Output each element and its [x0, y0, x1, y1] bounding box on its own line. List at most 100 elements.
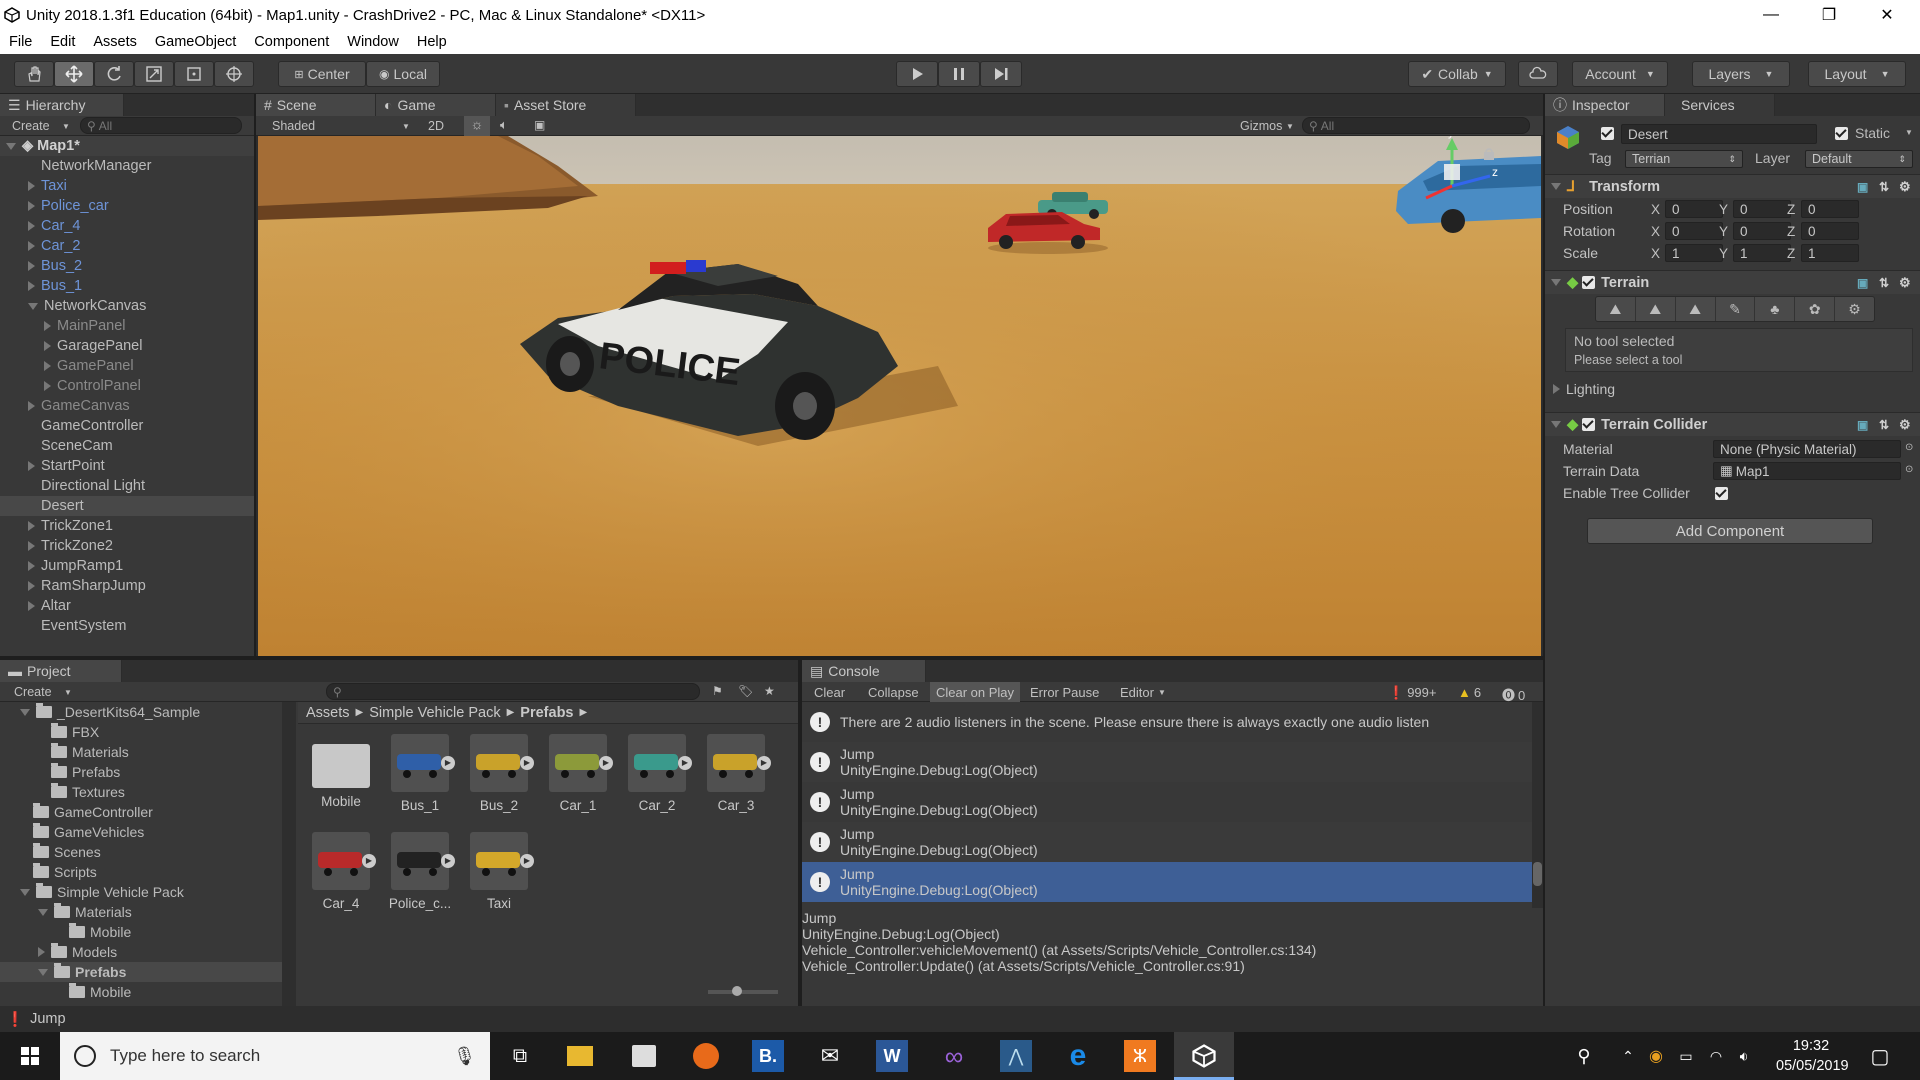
asset-item[interactable]: ▶ Police_c...	[385, 832, 455, 922]
layers-dropdown[interactable]: Layers ▼	[1692, 61, 1790, 87]
edge-icon[interactable]: e	[1062, 1039, 1094, 1072]
console-error-pause-button[interactable]: Error Pause	[1030, 685, 1099, 700]
terrain-data-field[interactable]: ▦ Map1	[1713, 462, 1901, 480]
minimize-button[interactable]: —	[1742, 0, 1800, 30]
play-button[interactable]	[896, 61, 938, 87]
expand-arrow-icon[interactable]	[44, 321, 51, 331]
asset-item[interactable]: ▶ Taxi	[464, 832, 534, 922]
expand-arrow-icon[interactable]	[28, 461, 35, 471]
hierarchy-item[interactable]: Desert	[0, 496, 254, 516]
transform-z-field[interactable]: 0	[1801, 200, 1859, 218]
tab-asset-store[interactable]: ▪ Asset Store	[496, 94, 636, 116]
console-scrollbar[interactable]	[1532, 702, 1543, 908]
xampp-icon[interactable]: ⵣ	[1124, 1040, 1156, 1072]
expand-prefab-icon[interactable]: ▶	[678, 756, 692, 770]
hierarchy-item[interactable]: RamSharpJump	[0, 576, 254, 596]
gear-icon[interactable]: ⚙	[1899, 179, 1911, 195]
project-folder-item[interactable]: Materials	[0, 742, 282, 762]
expand-arrow-icon[interactable]	[28, 201, 35, 211]
project-folder-item[interactable]: FBX	[0, 722, 282, 742]
place-trees-tool[interactable]: ♣	[1755, 297, 1796, 321]
tab-services[interactable]: Services	[1665, 94, 1775, 116]
tab-scene[interactable]: # Scene	[256, 94, 376, 116]
tab-project[interactable]: ▬ Project	[0, 660, 122, 682]
hierarchy-item[interactable]: Car_2	[0, 236, 254, 256]
pause-button[interactable]	[938, 61, 980, 87]
start-button[interactable]	[14, 1040, 46, 1072]
console-log-row[interactable]: ! Jump UnityEngine.Debug:Log(Object)	[802, 862, 1532, 902]
expand-arrow-icon[interactable]	[28, 541, 35, 551]
expand-arrow-icon[interactable]	[28, 261, 35, 271]
menu-file[interactable]: File	[0, 34, 41, 50]
console-scroll-thumb[interactable]	[1533, 862, 1542, 886]
expand-arrow-icon[interactable]	[28, 601, 35, 611]
warning-count-toggle[interactable]: ▲ 6	[1458, 685, 1481, 700]
favorite-star-icon[interactable]: ★	[764, 684, 775, 698]
console-editor-dropdown[interactable]: Editor	[1120, 685, 1154, 700]
gear-icon[interactable]: ⚙	[1899, 417, 1911, 433]
raise-terrain-tool[interactable]: ⛰	[1596, 297, 1636, 321]
cloud-button[interactable]	[1518, 61, 1558, 87]
expand-prefab-icon[interactable]: ▶	[520, 756, 534, 770]
visual-studio-icon[interactable]: ∞	[938, 1040, 970, 1072]
expand-arrow-icon[interactable]	[1553, 384, 1560, 394]
volume-icon[interactable]: 🔉︎	[1728, 1040, 1760, 1072]
tab-console[interactable]: ▤ Console	[802, 660, 926, 682]
tree-collider-checkbox[interactable]	[1715, 487, 1728, 500]
add-component-button[interactable]: Add Component	[1587, 518, 1873, 544]
console-log-row[interactable]: ! Jump UnityEngine.Debug:Log(Object)	[802, 822, 1532, 862]
asset-item[interactable]: ▶ Bus_1	[385, 734, 455, 824]
console-log-row[interactable]: ! Jump UnityEngine.Debug:Log(Object)	[802, 742, 1532, 782]
console-clear-button[interactable]: Clear	[814, 685, 845, 700]
menu-gameobject[interactable]: GameObject	[146, 34, 245, 50]
expand-arrow-icon[interactable]	[38, 908, 48, 916]
status-text[interactable]: Jump	[30, 1011, 65, 1027]
step-button[interactable]	[980, 61, 1022, 87]
preset-icon[interactable]: ⇅	[1879, 276, 1889, 290]
project-folder-item[interactable]: GameController	[0, 802, 282, 822]
project-folder-item[interactable]: GameVehicles	[0, 822, 282, 842]
expand-prefab-icon[interactable]: ▶	[757, 756, 771, 770]
maximize-button[interactable]: ❐	[1800, 0, 1858, 30]
transform-x-field[interactable]: 1	[1665, 244, 1723, 262]
expand-prefab-icon[interactable]: ▶	[362, 854, 376, 868]
material-field[interactable]: None (Physic Material)	[1713, 440, 1901, 458]
hierarchy-item[interactable]: GameController	[0, 416, 254, 436]
hierarchy-item[interactable]: ControlPanel	[0, 376, 254, 396]
notifications-icon[interactable]: ▢	[1864, 1040, 1896, 1072]
hierarchy-item[interactable]: StartPoint	[0, 456, 254, 476]
object-picker-icon[interactable]: ⊙	[1905, 442, 1913, 453]
audio-toggle[interactable]: 🔈︎	[500, 117, 508, 133]
hierarchy-item[interactable]: TrickZone1	[0, 516, 254, 536]
avast-tray-icon[interactable]: ◉	[1640, 1040, 1672, 1072]
expand-arrow-icon[interactable]	[28, 221, 35, 231]
asset-item[interactable]: ▶ Car_3	[701, 734, 771, 824]
expand-arrow-icon[interactable]	[20, 708, 30, 716]
console-log-row[interactable]: ! There are 2 audio listeners in the scen…	[802, 702, 1532, 742]
scene-viewport[interactable]: y z POLICE	[258, 136, 1541, 656]
expand-arrow-icon[interactable]	[28, 281, 35, 291]
expand-arrow-icon[interactable]	[28, 561, 35, 571]
scene-search-input[interactable]: ⚲ All	[1302, 117, 1530, 134]
static-checkbox[interactable]	[1835, 127, 1848, 140]
file-explorer-icon[interactable]	[564, 1040, 596, 1072]
expand-prefab-icon[interactable]: ▶	[441, 854, 455, 868]
asset-item[interactable]: ▶ Car_2	[622, 734, 692, 824]
breadcrumb-assets[interactable]: Assets	[306, 705, 350, 721]
project-folder-item[interactable]: Simple Vehicle Pack	[0, 882, 282, 902]
expand-arrow-icon[interactable]	[38, 947, 45, 957]
expand-arrow-icon[interactable]	[6, 142, 16, 150]
project-folder-item[interactable]: Mobile	[0, 982, 282, 1002]
project-create-button[interactable]: Create	[14, 685, 52, 699]
expand-arrow-icon[interactable]	[44, 341, 51, 351]
layer-dropdown[interactable]: Default ⇕	[1805, 150, 1913, 168]
tab-inspector[interactable]: ⓘ Inspector	[1545, 94, 1665, 116]
preset-icon[interactable]: ⇅	[1879, 180, 1889, 194]
help-book-icon[interactable]: ▣	[1857, 180, 1868, 194]
asset-item[interactable]: Mobile	[306, 734, 376, 824]
hand-tool-button[interactable]	[14, 61, 54, 87]
paint-details-tool[interactable]: ✿	[1795, 297, 1836, 321]
object-picker-icon[interactable]: ⊙	[1905, 464, 1913, 475]
terrain-settings-tool[interactable]: ⚙	[1835, 297, 1874, 321]
hierarchy-item[interactable]: NetworkCanvas	[0, 296, 254, 316]
